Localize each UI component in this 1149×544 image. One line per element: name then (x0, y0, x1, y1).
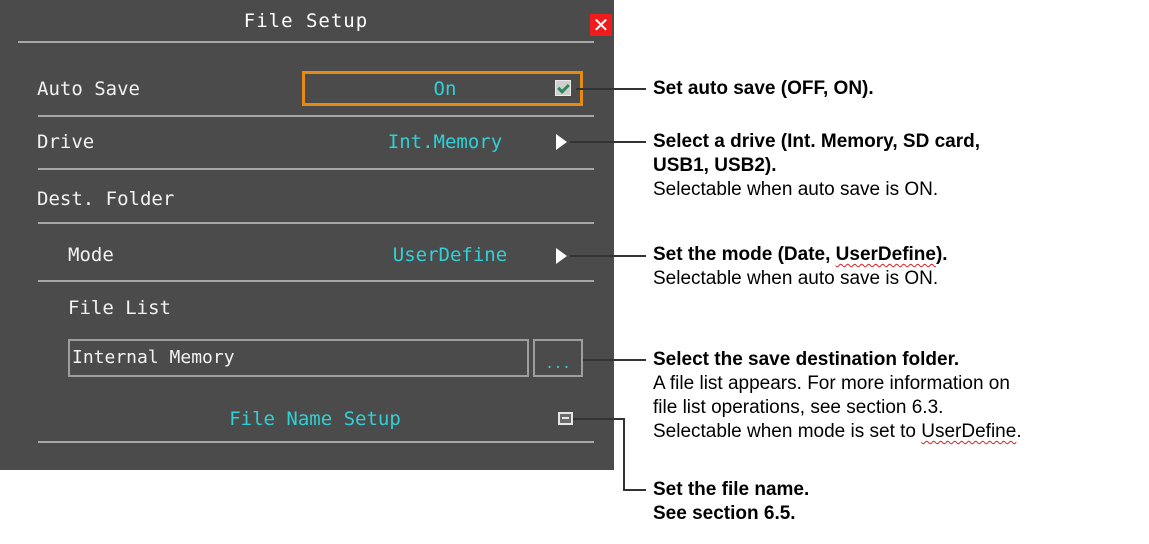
browse-button[interactable]: ... (533, 339, 583, 377)
callout-line (583, 359, 646, 361)
close-icon[interactable]: ✕ (590, 14, 612, 36)
row-divider (38, 441, 594, 443)
mode-value[interactable]: UserDefine (370, 244, 530, 266)
annotation-mode: Set the mode (Date, UserDefine). Selecta… (653, 244, 948, 289)
arrow-right-icon[interactable] (556, 134, 567, 150)
callout-line (623, 489, 646, 491)
annotation-drive: Select a drive (Int. Memory, SD card, US… (653, 131, 980, 200)
callout-line (623, 418, 625, 491)
arrow-right-icon[interactable] (556, 248, 567, 264)
row-divider (38, 280, 594, 282)
folder-path-field[interactable]: Internal Memory (68, 339, 529, 377)
drive-value[interactable]: Int.Memory (360, 131, 530, 153)
mode-label: Mode (68, 244, 114, 266)
callout-line (576, 88, 646, 90)
auto-save-value: On (433, 78, 457, 100)
callout-line (573, 418, 625, 420)
row-divider (38, 168, 594, 170)
file-setup-dialog: File Setup ✕ Auto Save On Drive Int.Memo… (0, 0, 614, 470)
annotation-file-name: Set the file name. See section 6.5. (653, 479, 810, 524)
callout-line (570, 255, 646, 257)
annotation-auto-save: Set auto save (OFF, ON). (653, 78, 874, 99)
file-name-setup-button[interactable]: File Name Setup (205, 408, 425, 430)
drive-label: Drive (37, 131, 95, 153)
dest-folder-label: Dest. Folder (37, 188, 175, 210)
file-list-label: File List (68, 297, 171, 319)
row-divider (38, 222, 594, 224)
checkbox-icon[interactable] (555, 80, 571, 96)
document-icon[interactable] (558, 412, 573, 425)
title-divider (18, 41, 594, 43)
auto-save-label: Auto Save (37, 78, 140, 100)
row-divider (38, 115, 594, 117)
annotation-folder: Select the save destination folder. A fi… (653, 349, 1022, 442)
dialog-title: File Setup (243, 10, 369, 32)
callout-line (570, 141, 646, 143)
